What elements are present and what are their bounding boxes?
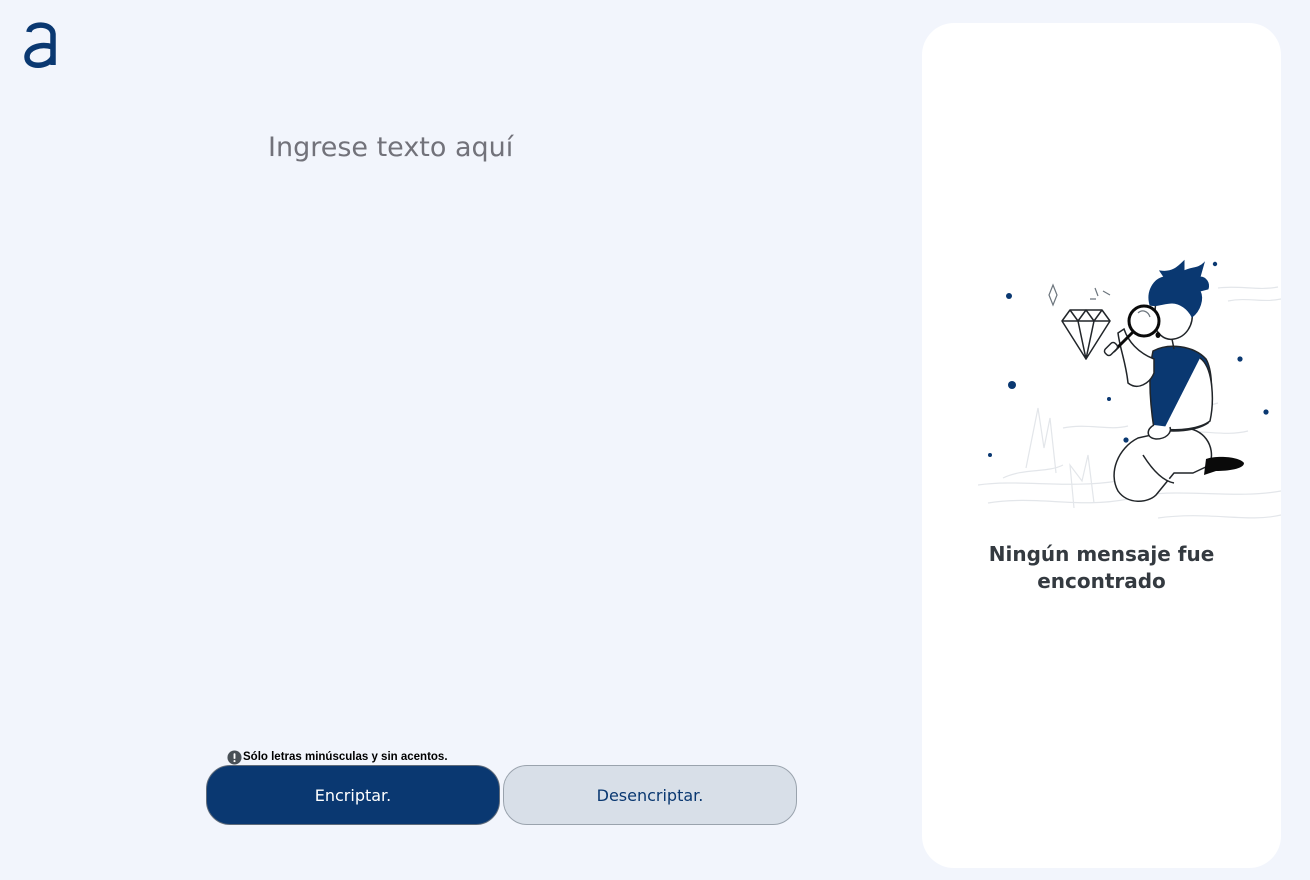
encrypt-button-label: Encriptar.: [314, 785, 392, 805]
app-page: Sólo letras minúsculas y sin acentos. En…: [0, 0, 1310, 880]
hint-text: Sólo letras minúsculas y sin acentos.: [243, 751, 448, 763]
exclamation-circle-icon: [227, 749, 242, 765]
empty-message-text: Ningún mensaje fue encontrado: [988, 542, 1215, 593]
decrypt-button-label: Desencriptar.: [596, 785, 704, 805]
encrypt-button[interactable]: Encriptar.: [206, 765, 500, 825]
person-with-magnifying-glass-illustration: [978, 259, 1281, 519]
empty-message-title: Ningún mensaje fue encontrado: [922, 541, 1281, 595]
input-hint: Sólo letras minúsculas y sin acentos.: [227, 749, 448, 765]
output-panel: Ningún mensaje fue encontrado: [922, 23, 1281, 868]
text-input[interactable]: [268, 130, 828, 710]
decrypt-button[interactable]: Desencriptar.: [503, 765, 797, 825]
alura-logo-icon[interactable]: [24, 20, 58, 68]
